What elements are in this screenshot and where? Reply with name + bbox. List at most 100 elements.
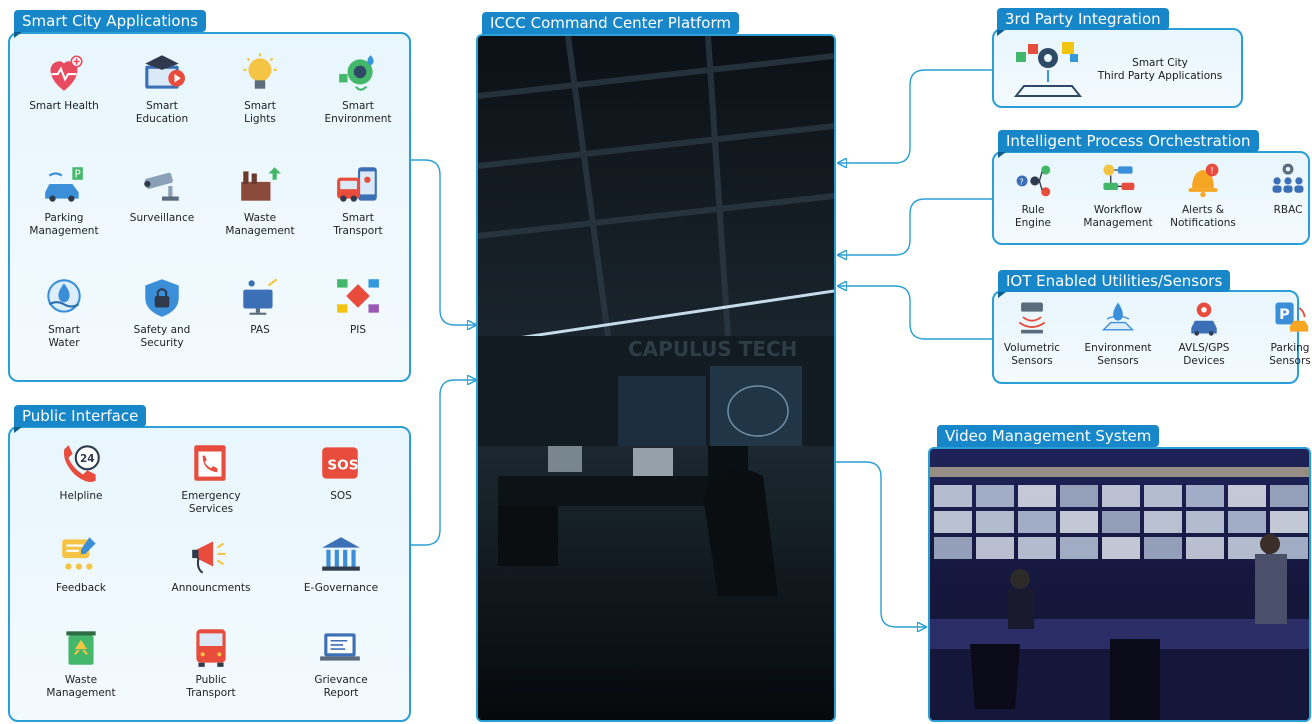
iot-item: Environment Sensors	[1081, 298, 1155, 368]
wall-brand-text: CAPULUS TECH	[628, 337, 797, 361]
public-interface-item: Grievance Report	[282, 624, 400, 700]
orchestration-item: ! Alerts & Notifications	[1167, 160, 1239, 230]
environment-sensor-icon	[1081, 298, 1155, 338]
orchestration-label: Rule Engine	[1015, 204, 1051, 229]
public-interface-label: Public Transport	[186, 674, 236, 699]
video-tile	[1018, 485, 1056, 507]
smart-city-item: Smart Education	[116, 50, 208, 126]
command-center-photo: CAPULUS TECH	[476, 34, 836, 722]
video-wall-photo	[928, 447, 1311, 722]
smart-city-label: Surveillance	[129, 212, 195, 224]
smart-city-item: PIS	[312, 274, 404, 337]
bus-icon	[152, 624, 270, 670]
smart-city-label: Smart Environment	[324, 100, 392, 125]
environment-icon	[312, 50, 404, 96]
center-title: ICCC Command Center Platform	[482, 12, 739, 40]
video-tile	[934, 537, 972, 559]
bus-map-icon	[312, 162, 404, 208]
public-interface-label: Grievance Report	[314, 674, 368, 699]
iot-item: AVLS/GPS Devices	[1167, 298, 1241, 368]
video-tile	[1102, 511, 1140, 533]
iot-label: Volumetric Sensors	[1003, 342, 1061, 367]
feedback-stars-icon	[22, 532, 140, 578]
orchestration-label: RBAC	[1273, 204, 1303, 216]
vms-title: Video Management System	[937, 425, 1160, 453]
smart-city-label: PAS	[250, 324, 270, 336]
video-tile	[1144, 485, 1182, 507]
video-tile	[1144, 511, 1182, 533]
users-gear-icon	[1252, 160, 1312, 200]
smart-city-title: Smart City Applications	[14, 10, 206, 38]
video-tile	[1228, 511, 1266, 533]
svg-text:24: 24	[80, 453, 95, 465]
heart-health-icon	[18, 50, 110, 96]
government-building-icon	[282, 532, 400, 578]
orchestration-item: Workflow Management	[1082, 160, 1154, 230]
public-interface-title: Public Interface	[14, 405, 147, 433]
water-drop-icon	[18, 274, 110, 320]
video-tile	[934, 485, 972, 507]
svg-text:SOS: SOS	[327, 457, 358, 473]
emergency-phone-icon	[152, 440, 270, 486]
smart-city-label: Smart Water	[48, 324, 80, 349]
connector-orchestration	[838, 198, 992, 255]
lightbulb-icon	[214, 50, 306, 96]
smart-city-label: Safety and Security	[133, 324, 191, 349]
public-interface-label: E-Governance	[303, 582, 379, 594]
iot-label: Parking Sensors	[1269, 342, 1311, 367]
smart-city-item: Smart Environment	[312, 50, 404, 126]
smart-city-item: Safety and Security	[116, 274, 208, 350]
video-tile	[1060, 537, 1098, 559]
volumetric-sensor-icon	[995, 298, 1069, 338]
smart-city-label: Smart Lights	[244, 100, 276, 125]
public-interface-label: Feedback	[55, 582, 106, 594]
public-interface-item: Announcments	[152, 532, 270, 595]
video-tile	[1102, 537, 1140, 559]
smart-city-label: Smart Health	[29, 100, 99, 112]
video-tile	[1060, 485, 1098, 507]
video-tile	[1102, 485, 1140, 507]
connector-public-interface	[411, 380, 476, 546]
public-interface-item: SOS SOS	[282, 440, 400, 503]
iot-item: Volumetric Sensors	[995, 298, 1069, 368]
education-icon	[116, 50, 208, 96]
smart-city-item: Smart Health	[18, 50, 110, 113]
smart-city-label: Parking Management	[29, 212, 99, 237]
svg-text:P: P	[1279, 307, 1290, 323]
public-interface-item: Waste Management	[22, 624, 140, 700]
phone-24-icon: 24	[22, 440, 140, 486]
video-tile	[934, 511, 972, 533]
smart-city-label: Waste Management	[225, 212, 295, 237]
parking-sensor-icon: P	[1253, 298, 1312, 338]
smart-city-label: PIS	[349, 324, 367, 336]
smart-city-item: Waste Management	[214, 162, 306, 238]
rule-engine-icon: ?	[997, 160, 1069, 200]
public-interface-item: Emergency Services	[152, 440, 270, 516]
connector-iot	[838, 286, 992, 340]
orchestration-title: Intelligent Process Orchestration	[998, 130, 1259, 158]
smart-city-item: Surveillance	[116, 162, 208, 225]
gps-vehicle-icon	[1167, 298, 1241, 338]
workflow-icon	[1082, 160, 1154, 200]
smart-city-item: Smart Lights	[214, 50, 306, 126]
info-network-icon	[312, 274, 404, 320]
third-party-text: Smart City Third Party Applications	[1097, 57, 1223, 82]
orchestration-label: Alerts & Notifications	[1170, 204, 1236, 229]
megaphone-icon	[152, 532, 270, 578]
orchestration-label: Workflow Management	[1083, 204, 1153, 229]
public-interface-label: SOS	[330, 490, 352, 502]
video-tile	[976, 511, 1014, 533]
video-tile	[1144, 537, 1182, 559]
factory-recycle-icon	[214, 162, 306, 208]
iot-title: IOT Enabled Utilities/Sensors	[998, 270, 1231, 298]
svg-text:!: !	[1210, 167, 1214, 177]
public-interface-label: Waste Management	[46, 674, 116, 699]
svg-text:?: ?	[1019, 177, 1023, 187]
report-laptop-icon	[282, 624, 400, 670]
iot-label: AVLS/GPS Devices	[1178, 342, 1230, 367]
public-interface-item: E-Governance	[282, 532, 400, 595]
video-tile	[1018, 511, 1056, 533]
video-tile	[1186, 511, 1224, 533]
public-interface-label: Announcments	[171, 582, 251, 594]
video-tile	[1228, 485, 1266, 507]
